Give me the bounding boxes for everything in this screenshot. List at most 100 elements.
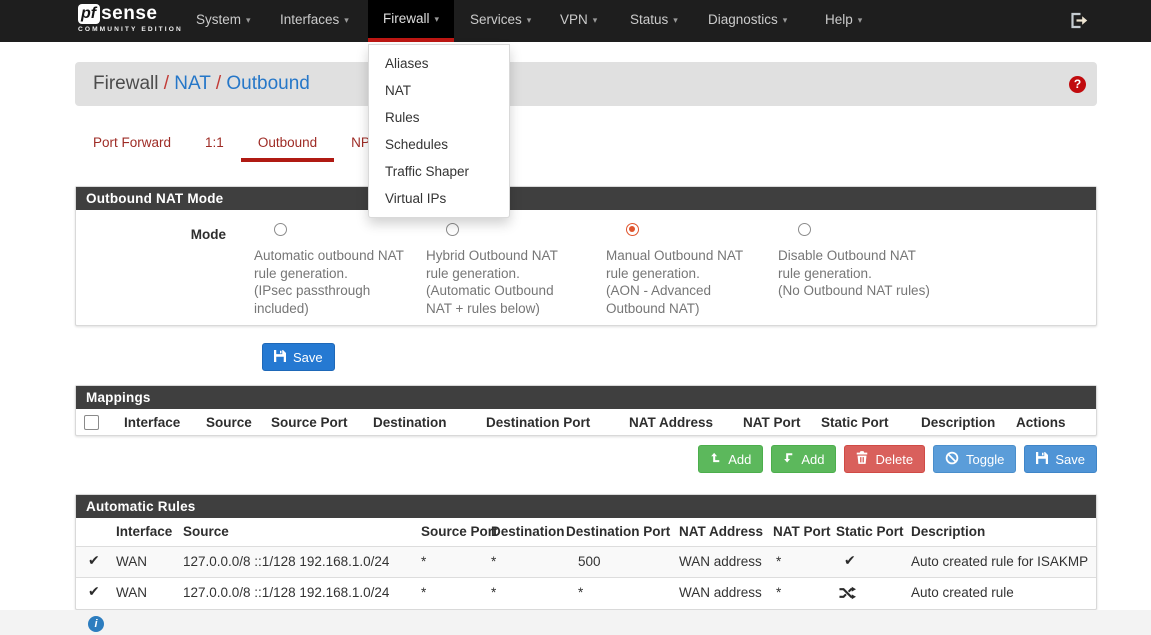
panel-title: Outbound NAT Mode [76,187,1096,210]
nav-item-services[interactable]: Services▾ [455,0,546,42]
footer-bar: i [0,610,1151,635]
mode-radio-hybrid[interactable] [446,223,459,236]
breadcrumb-link-nat[interactable]: NAT [174,73,210,94]
toggle-button[interactable]: Toggle [933,445,1016,473]
mode-radio-automatic[interactable] [274,223,287,236]
menu-item-aliases[interactable]: Aliases [369,50,509,77]
breadcrumb: Firewall / NAT / Outbound ? [75,62,1097,106]
nav-item-help[interactable]: Help▾ [810,0,877,42]
button-label: Save [1055,452,1085,467]
button-label: Toggle [966,452,1004,467]
column-header: Actions [1016,415,1066,430]
mode-radio-manual[interactable] [626,223,639,236]
mappings-action-buttons: Add Add Delete [75,445,1097,473]
mode-option-label: Hybrid Outbound NAT rule generation. (Au… [426,247,592,317]
cell-interface: WAN [116,554,147,569]
cell-source: 127.0.0.0/8 ::1/128 192.168.1.0/24 [183,585,389,600]
level-down-arrow-icon [783,452,794,467]
logout-icon[interactable] [1070,12,1088,32]
save-mappings-button[interactable]: Save [1024,445,1097,473]
cell-nat-port: * [776,554,781,569]
mode-option-automatic: Automatic outbound NAT rule generation. … [254,223,420,317]
mode-radio-disable[interactable] [798,223,811,236]
menu-item-virtual-ips[interactable]: Virtual IPs [369,185,509,212]
column-header: Interface [116,524,172,539]
chevron-down-icon: ▾ [527,16,532,26]
cell-destination-port: 500 [578,554,601,569]
menu-item-nat[interactable]: NAT [369,77,509,104]
mode-option-hybrid: Hybrid Outbound NAT rule generation. (Au… [426,223,592,317]
pfsense-page: pf sense COMMUNITY EDITION System▾ Inter… [0,0,1151,635]
menu-item-traffic-shaper[interactable]: Traffic Shaper [369,158,509,185]
menu-item-rules[interactable]: Rules [369,104,509,131]
nav-item-firewall[interactable]: Firewall▾ [368,0,454,42]
chevron-down-icon: ▾ [593,16,598,26]
button-label: Add [801,452,824,467]
breadcrumb-separator: / [164,73,169,94]
menu-item-schedules[interactable]: Schedules [369,131,509,158]
mode-option-disable: Disable Outbound NAT rule generation. (N… [778,223,944,300]
column-header: Source Port [421,524,498,539]
cell-destination: * [491,554,496,569]
tab-1-1[interactable]: 1:1 [188,133,241,162]
mode-option-label: Automatic outbound NAT rule generation. … [254,247,420,317]
tab-port-forward[interactable]: Port Forward [76,133,188,162]
column-header: NAT Port [773,524,831,539]
column-header: Description [911,524,985,539]
save-icon [1036,452,1048,467]
panel-title: Mappings [76,386,1096,409]
info-icon[interactable]: i [88,616,104,632]
add-rule-top-button[interactable]: Add [698,445,763,473]
cell-destination: * [491,585,496,600]
logo-pf-badge: pf [78,4,100,24]
nav-item-diagnostics[interactable]: Diagnostics▾ [693,0,802,42]
add-rule-bottom-button[interactable]: Add [771,445,836,473]
cell-source-port: * [421,554,426,569]
logo-edition-text: COMMUNITY EDITION [78,26,183,33]
column-header: Source [206,415,252,430]
chevron-down-icon: ▾ [673,16,678,26]
chevron-down-icon: ▾ [344,16,349,26]
column-header: Destination Port [566,524,670,539]
chevron-down-icon: ▾ [783,16,788,26]
cell-nat-address: WAN address [679,554,762,569]
save-icon [274,350,286,365]
mappings-panel: Mappings Interface Source Source Port De… [75,385,1097,436]
chevron-down-icon: ▾ [858,16,863,26]
outbound-nat-mode-panel: Outbound NAT Mode Mode Automatic outboun… [75,186,1097,326]
table-row: ✔ WAN 127.0.0.0/8 ::1/128 192.168.1.0/24… [76,546,1096,578]
delete-button[interactable]: Delete [844,445,925,473]
mode-option-manual: Manual Outbound NAT rule generation. (AO… [606,223,772,317]
auto-rules-header-row: Interface Source Source Port Destination… [76,517,1096,546]
breadcrumb-link-outbound[interactable]: Outbound [226,73,309,94]
cell-description: Auto created rule for ISAKMP [911,554,1088,569]
static-port-check-icon: ✔ [844,553,856,569]
nav-item-status[interactable]: Status▾ [615,0,693,42]
cell-source-port: * [421,585,426,600]
tab-outbound[interactable]: Outbound [241,133,334,162]
column-header: NAT Port [743,415,801,430]
cell-nat-port: * [776,585,781,600]
nav-item-system[interactable]: System▾ [181,0,266,42]
rule-enabled-check-icon: ✔ [88,584,100,600]
panel-title: Automatic Rules [76,495,1096,518]
logo-sense-text: sense [101,4,157,24]
cell-nat-address: WAN address [679,585,762,600]
random-port-shuffle-icon [839,586,856,603]
chevron-down-icon: ▾ [246,16,251,26]
column-header: Destination [491,524,565,539]
mode-option-label: Disable Outbound NAT rule generation. (N… [778,247,944,300]
column-header: Description [921,415,995,430]
pfsense-logo[interactable]: pf sense COMMUNITY EDITION [78,4,183,33]
save-button-label: Save [293,350,323,365]
column-header: Destination [373,415,447,430]
select-all-checkbox[interactable] [84,415,99,430]
help-icon[interactable]: ? [1069,76,1086,93]
save-button[interactable]: Save [262,343,335,371]
table-row: ✔ WAN 127.0.0.0/8 ::1/128 192.168.1.0/24… [76,577,1096,609]
mappings-header-row: Interface Source Source Port Destination… [76,408,1096,436]
nav-item-interfaces[interactable]: Interfaces▾ [265,0,364,42]
cell-destination-port: * [578,585,583,600]
breadcrumb-separator: / [216,73,221,94]
nav-item-vpn[interactable]: VPN▾ [545,0,612,42]
